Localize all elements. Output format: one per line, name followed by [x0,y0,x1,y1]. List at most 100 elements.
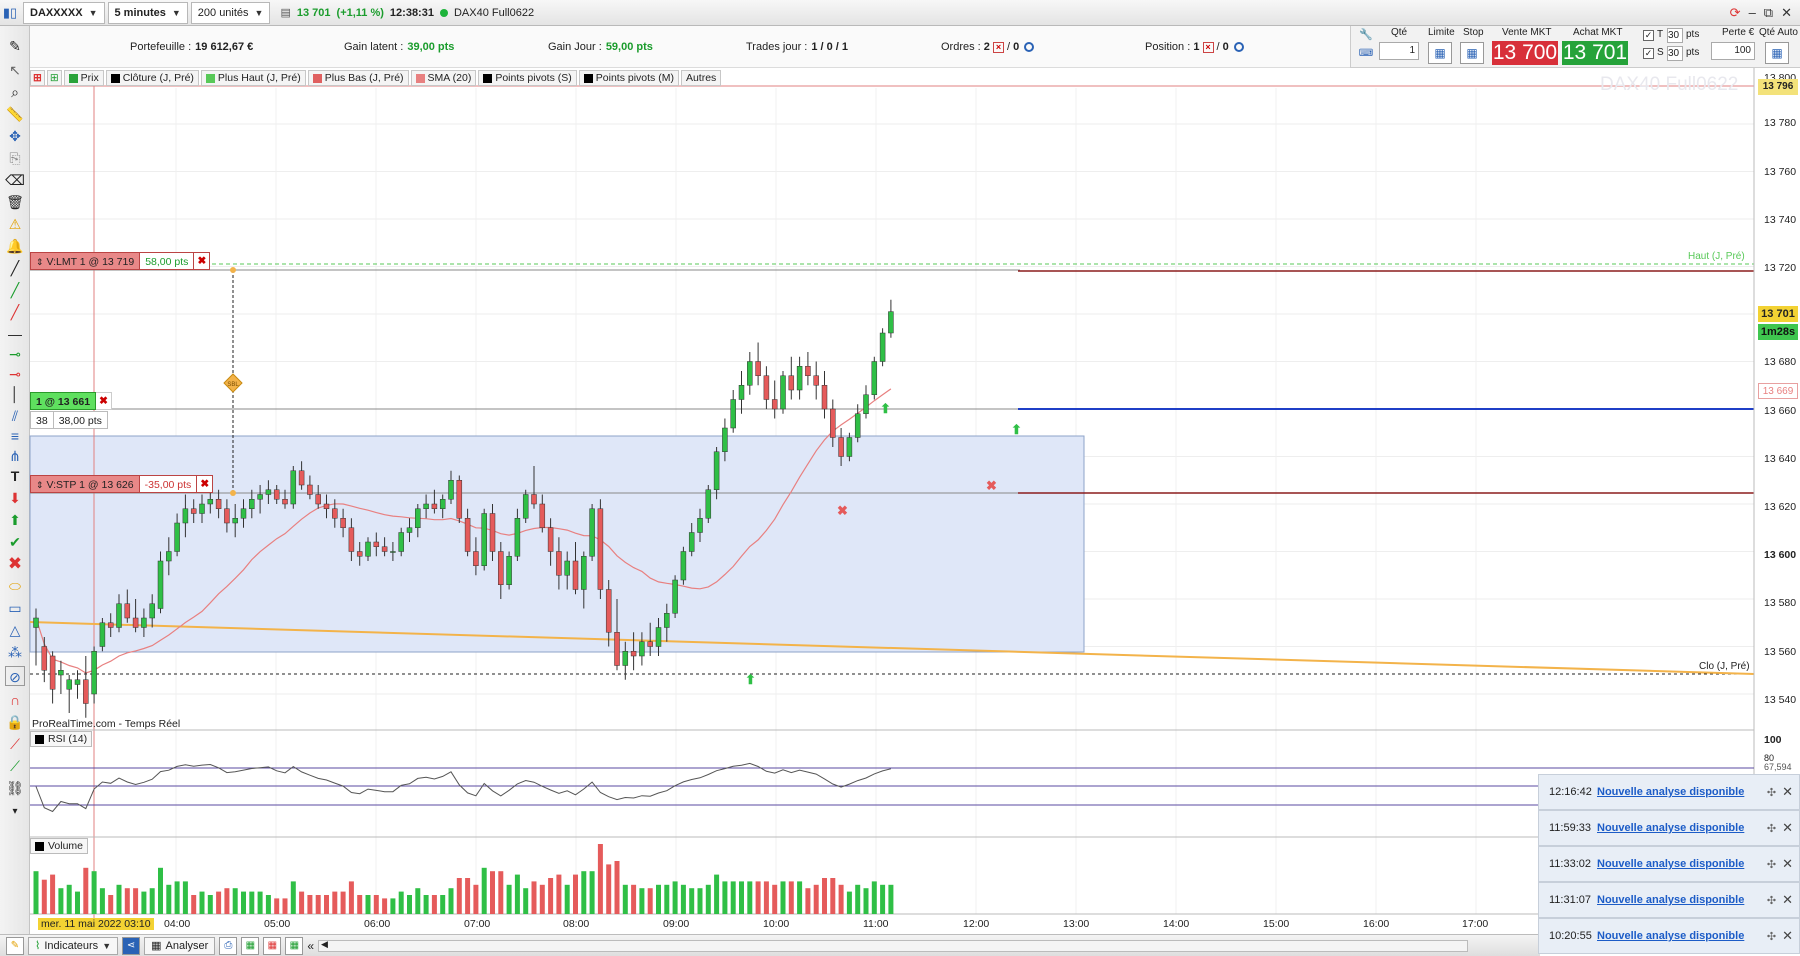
legend-label: Points pivots (S) [495,72,572,84]
screenshot-icon[interactable]: ⎙ [219,936,238,955]
volume-bar [382,898,388,914]
pin-icon[interactable]: ✣ [1767,786,1776,799]
notification-link[interactable]: Nouvelle analyse disponible [1597,930,1744,942]
price-tick: 13 560 [1764,646,1797,658]
candle-body [91,651,97,695]
analyze-button[interactable]: ▦ Analyser [144,936,216,955]
time-tick: 11:00 [863,918,889,930]
legend-item-low-prev[interactable]: Plus Bas (J, Pré) [307,70,409,86]
volume-bar [83,867,89,914]
candle-body [207,499,214,505]
close-icon[interactable]: ✕ [1782,784,1793,800]
stop-anchor[interactable] [230,490,236,496]
price-chart[interactable]: SBL ✖ ✖ ⬆ ⬆ ⬆ [0,0,1800,956]
add-indicator-button[interactable]: ⊞ [30,70,45,86]
volume-bar [614,861,620,914]
price-tick: 13 640 [1764,453,1797,465]
volume-bar [166,884,172,914]
notification-item[interactable]: 10:20:55 Nouvelle analyse disponible ✣ ✕ [1538,918,1800,954]
volume-bar [357,895,363,914]
notification-item[interactable]: 12:16:42 Nouvelle analyse disponible ✣ ✕ [1538,774,1800,810]
volume-bar [589,871,595,914]
calculator-icon[interactable]: ▦ [241,936,260,955]
close-icon[interactable]: ✕ [1782,856,1793,872]
notification-link[interactable]: Nouvelle analyse disponible [1597,894,1744,906]
legend-item-sma[interactable]: SMA (20) [410,70,477,86]
close-icon[interactable]: ✕ [1782,820,1793,836]
volume-bar [813,884,819,914]
volume-bar [456,878,462,914]
candle-body [190,508,197,514]
position-tag[interactable]: 1 @ 13 661 ✖ [30,392,113,410]
drag-handle-icon: ⇕ [36,480,44,490]
candle-body [390,551,396,553]
limit-order-tag[interactable]: ⇕ V:LMT 1 @ 13 719 58,00 pts ✖ [30,252,211,270]
pivot-marker-label: SBL [227,382,239,388]
price-tick: 13 620 [1764,501,1797,513]
pin-icon[interactable]: ✣ [1767,822,1776,835]
cancel-limit-order-icon[interactable]: ✖ [194,252,211,270]
table-icon[interactable]: ▦ [285,936,304,955]
scroll-left-icon[interactable]: « [307,939,314,953]
candle-body [41,646,48,671]
price-tick: 13 760 [1764,166,1797,178]
notification-link[interactable]: Nouvelle analyse disponible [1597,822,1744,834]
chart-settings-button[interactable]: ⊞ [46,70,62,86]
legend-item-price[interactable]: Prix [63,70,104,86]
limit-anchor[interactable] [230,267,236,273]
notification-item[interactable]: 11:59:33 Nouvelle analyse disponible ✣ ✕ [1538,810,1800,846]
notification-item[interactable]: 11:31:07 Nouvelle analyse disponible ✣ ✕ [1538,882,1800,918]
stop-order-tag[interactable]: ⇕ V:STP 1 @ 13 626 -35,00 pts ✖ [30,475,214,493]
legend-swatch [35,734,44,744]
volume-bar [299,891,305,914]
scroll-arrow-left-icon[interactable]: ◀ [321,939,328,950]
volume-bar [747,881,753,914]
candle-body [381,546,388,552]
time-tick: 09:00 [663,918,690,930]
cancel-stop-order-icon[interactable]: ✖ [197,475,214,493]
candle-body [522,494,529,519]
share-icon[interactable]: ⋖ [122,936,141,955]
candle-body [605,589,612,633]
close-position-tag-icon[interactable]: ✖ [96,392,113,410]
pin-icon[interactable]: ✣ [1767,858,1776,871]
legend-item-others[interactable]: Autres [680,70,722,86]
candle-body [796,366,803,391]
rsi-label[interactable]: RSI (14) [30,731,93,747]
candle-body [879,332,886,362]
notification-link[interactable]: Nouvelle analyse disponible [1597,858,1744,870]
notification-item[interactable]: 11:33:02 Nouvelle analyse disponible ✣ ✕ [1538,846,1800,882]
consolidation-zone-rectangle[interactable] [29,435,1085,653]
indicators-label: Indicateurs [44,939,99,952]
legend-item-pivots-m[interactable]: Points pivots (M) [578,70,679,86]
candle-body [597,508,604,590]
close-icon[interactable]: ✕ [1782,892,1793,908]
position-detail[interactable]: 1 @ 13 661 [30,392,97,410]
legend-item-close-prev[interactable]: Clôture (J, Pré) [105,70,199,86]
legend-item-high-prev[interactable]: Plus Haut (J, Pré) [200,70,306,86]
horizontal-scrollbar[interactable]: ◀ [318,939,1468,952]
pin-icon[interactable]: ✣ [1767,930,1776,943]
legend-label: Prix [80,72,99,84]
volume-bar [465,878,471,914]
candle-body [473,551,479,566]
time-tick: 07:00 [464,918,491,930]
candle-body [116,603,122,628]
notification-link[interactable]: Nouvelle analyse disponible [1597,786,1744,798]
legend-item-pivots-s[interactable]: Points pivots (S) [478,70,577,86]
indicators-button[interactable]: ⌇ Indicateurs ▼ [28,936,119,955]
pin-icon[interactable]: ✣ [1767,894,1776,907]
volume-bar [191,895,197,914]
stop-order-type[interactable]: ⇕ V:STP 1 @ 13 626 [30,475,140,493]
volume-label[interactable]: Volume [30,838,89,854]
close-icon[interactable]: ✕ [1782,928,1793,944]
volume-bar [407,895,412,914]
volume-bar [124,888,130,914]
layouts-icon[interactable]: ▦ [263,936,282,955]
volume-bar [705,884,711,914]
legend-swatch [35,841,44,851]
limit-order-type[interactable]: ⇕ V:LMT 1 @ 13 719 [30,252,141,270]
volume-bar [597,844,603,914]
buy-signal-icon-2: ⬆ [1011,422,1022,437]
pen-icon[interactable]: ✎ [6,936,24,955]
